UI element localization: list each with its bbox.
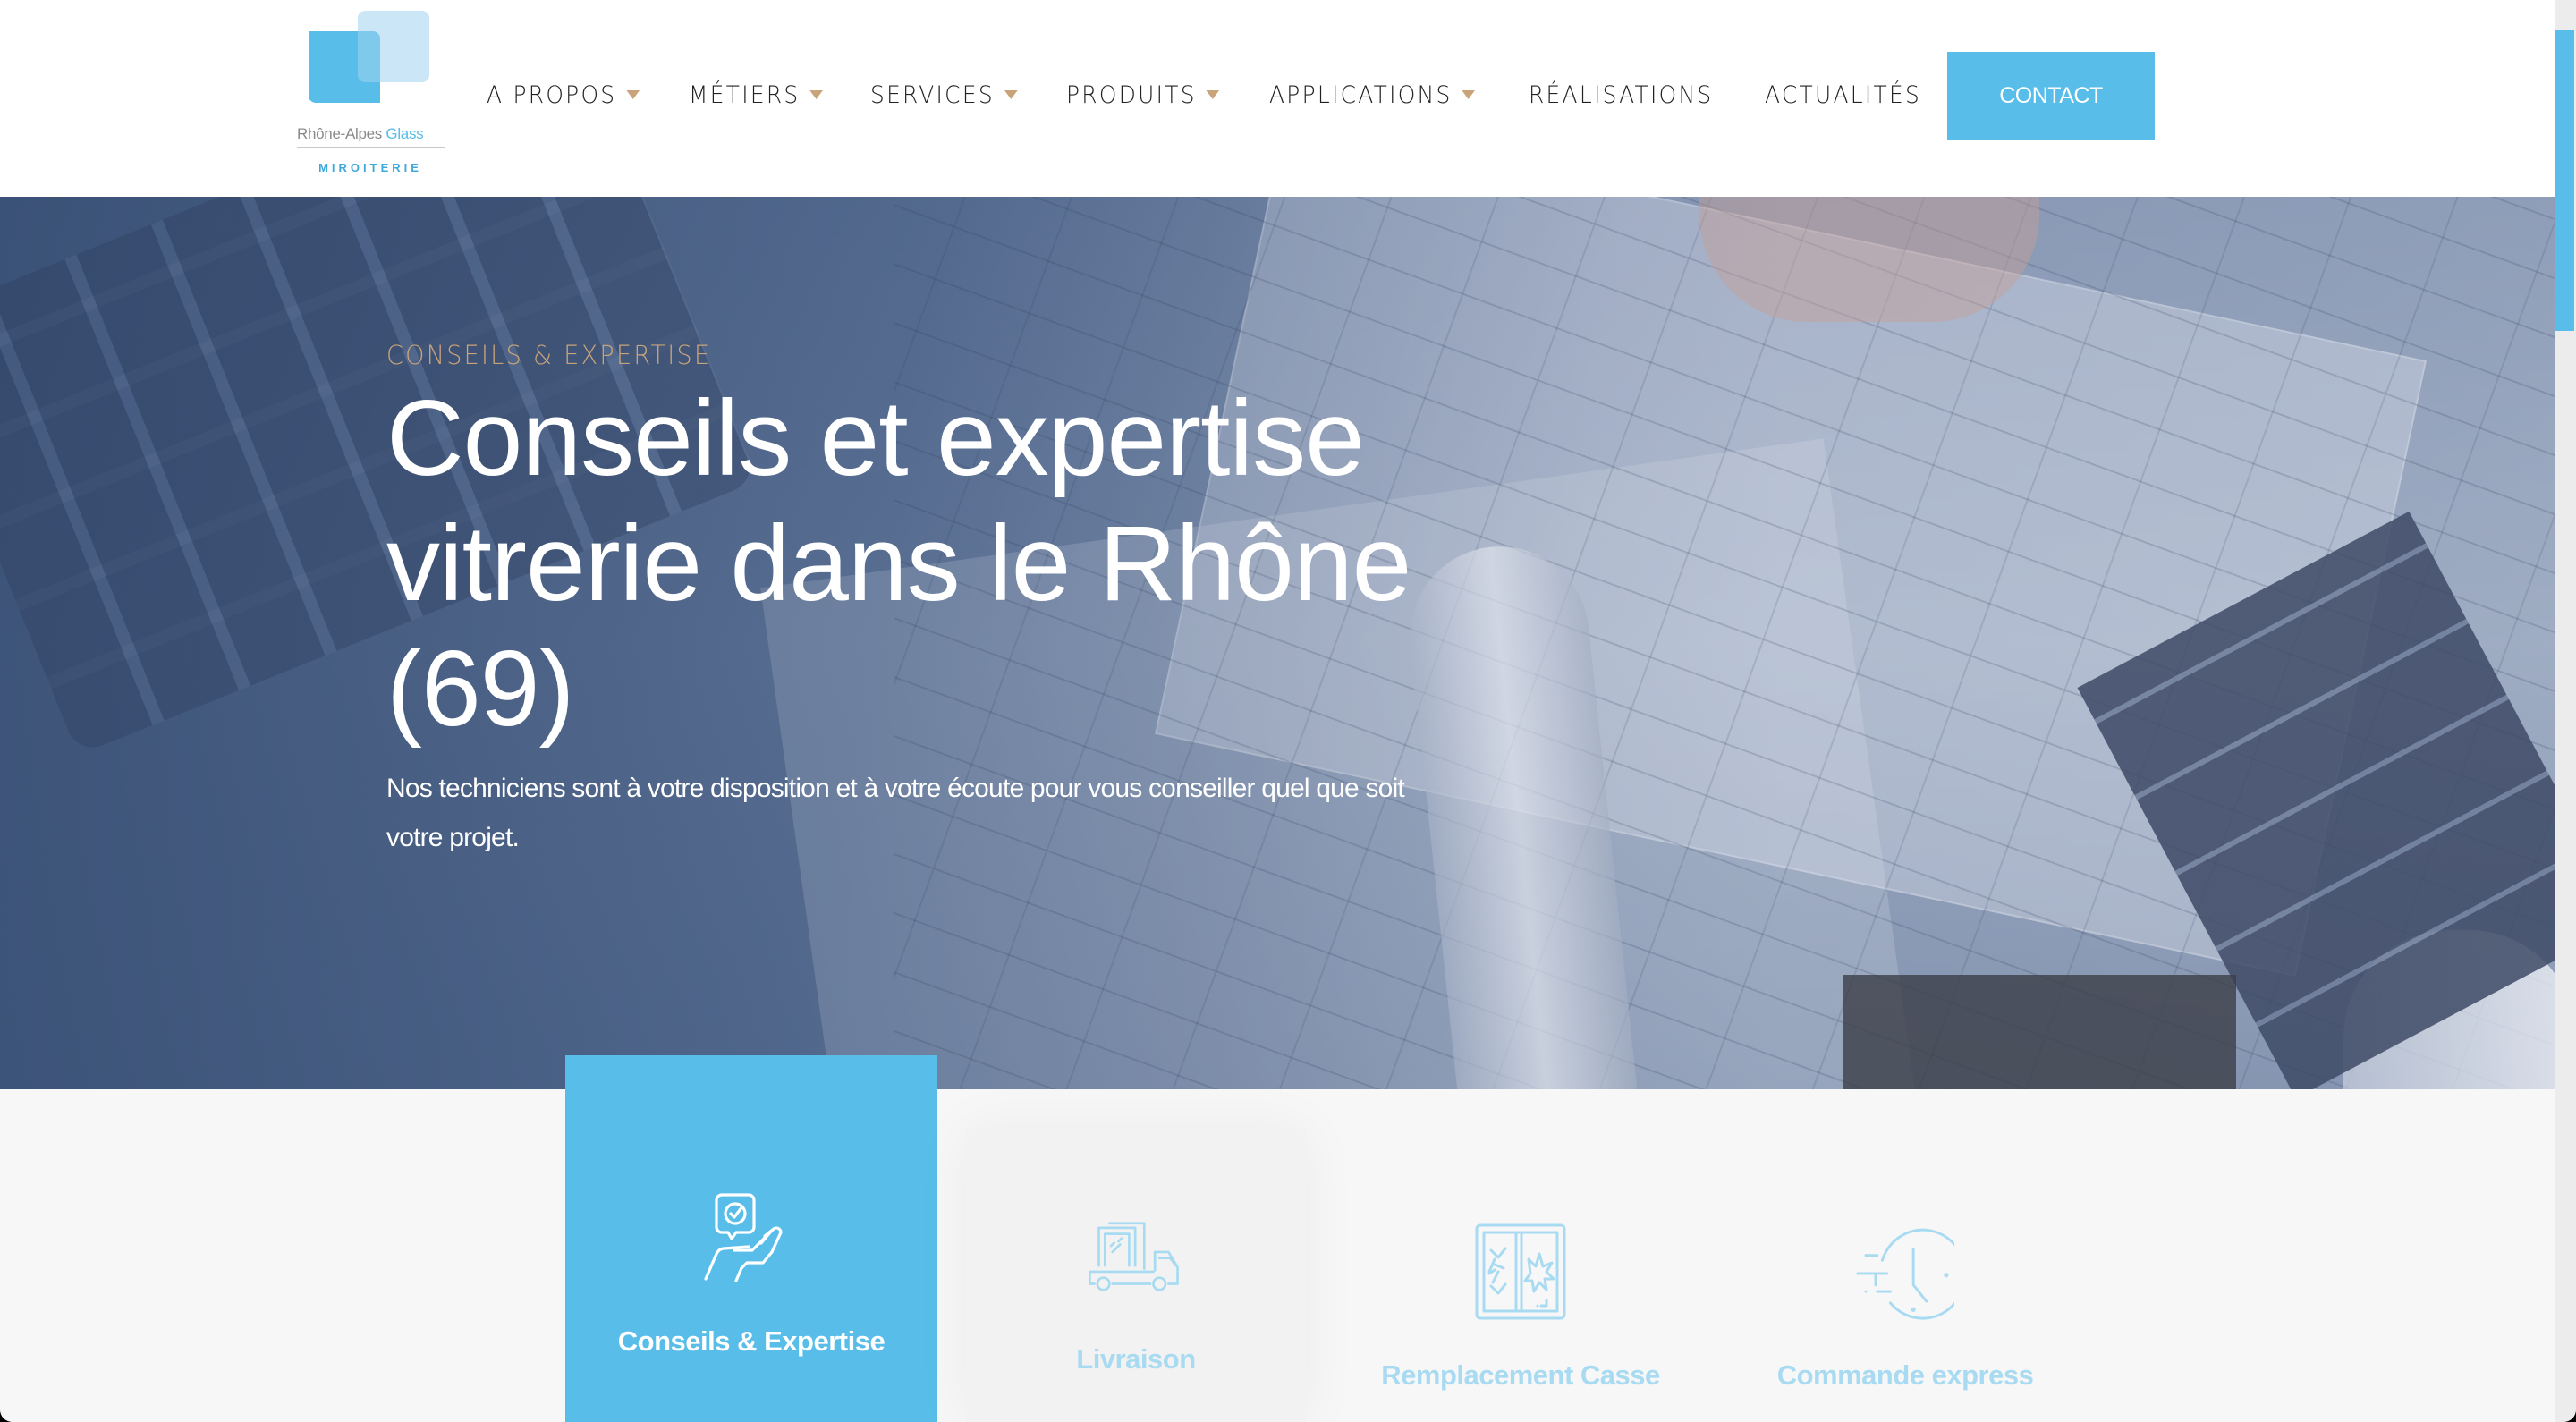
nav-label: RÉALISATIONS — [1529, 80, 1714, 109]
service-card-livraison[interactable]: Livraison — [966, 1129, 1306, 1422]
hand-advice-icon — [704, 1193, 783, 1282]
fast-clock-icon — [1856, 1228, 1954, 1320]
page-scrollbar[interactable] — [2555, 0, 2576, 1422]
nav-label: ACTUALITÉS — [1765, 80, 1922, 109]
service-label: Remplacement Casse — [1381, 1359, 1660, 1391]
site-logo[interactable]: Rhône-Alpes Glass MIROITERIE — [295, 9, 445, 174]
service-label: Conseils & Expertise — [617, 1325, 886, 1357]
services-strip: Conseils & Expertise Livraison Remplacem… — [0, 1055, 2555, 1422]
site-header: Rhône-Alpes Glass MIROITERIE A PROPOS MÉ… — [0, 0, 2555, 197]
main-nav: A PROPOS MÉTIERS SERVICES PRODUITS APPLI… — [487, 75, 1971, 114]
hero-eyebrow: CONSEILS & EXPERTISE — [386, 340, 712, 370]
nav-item-produits[interactable]: PRODUITS — [1066, 81, 1220, 109]
logo-name-main: Rhône-Alpes — [297, 125, 386, 142]
scrollbar-thumb[interactable] — [2555, 30, 2574, 331]
caret-down-icon — [809, 90, 824, 99]
logo-name: Rhône-Alpes Glass — [297, 125, 445, 148]
logo-square-light — [358, 11, 429, 82]
nav-item-services[interactable]: SERVICES — [870, 81, 1018, 109]
nav-item-actualites[interactable]: ACTUALITÉS — [1765, 81, 1921, 109]
logo-tagline: MIROITERIE — [318, 161, 422, 174]
hero-content: CONSEILS & EXPERTISE Conseils et experti… — [386, 340, 1504, 862]
service-card-commande-express[interactable]: Commande express — [1717, 1089, 2093, 1422]
contact-button[interactable]: CONTACT — [1947, 52, 2155, 140]
hero-banner: CONSEILS & EXPERTISE Conseils et experti… — [0, 197, 2555, 1089]
hero-bg-paper-roll — [2343, 930, 2555, 1089]
nav-item-applications[interactable]: APPLICATIONS — [1268, 80, 1476, 109]
service-label: Commande express — [1776, 1359, 2034, 1391]
hero-bg-fabric — [1843, 975, 2236, 1089]
broken-window-icon — [1475, 1223, 1566, 1320]
nav-label: MÉTIERS — [689, 80, 801, 109]
nav-item-metiers[interactable]: MÉTIERS — [689, 80, 824, 109]
service-label: Livraison — [1076, 1343, 1196, 1375]
service-card-conseils[interactable]: Conseils & Expertise — [565, 1055, 937, 1422]
logo-name-highlight: Glass — [386, 125, 424, 142]
caret-down-icon — [626, 90, 640, 99]
hero-bg-color-swatch — [2077, 511, 2555, 1089]
nav-item-realisations[interactable]: RÉALISATIONS — [1529, 81, 1713, 109]
hero-bg-hand — [1699, 197, 2039, 322]
nav-label: APPLICATIONS — [1268, 80, 1453, 109]
caret-down-icon — [1004, 90, 1018, 99]
nav-label: A PROPOS — [487, 80, 617, 109]
hero-subtitle: Nos techniciens sont à votre disposition… — [386, 774, 1405, 852]
hero-title: Conseils et expertise vitrerie dans le R… — [386, 378, 1411, 749]
nav-label: SERVICES — [870, 80, 996, 109]
caret-down-icon — [1207, 90, 1220, 99]
nav-item-a-propos[interactable]: A PROPOS — [487, 81, 640, 109]
nav-label: PRODUITS — [1066, 80, 1198, 109]
caret-down-icon — [1462, 90, 1476, 99]
delivery-truck-icon — [1089, 1222, 1179, 1291]
service-card-remplacement-casse[interactable]: Remplacement Casse — [1333, 1089, 1708, 1422]
browser-window: Rhône-Alpes Glass MIROITERIE A PROPOS MÉ… — [0, 0, 2576, 1422]
